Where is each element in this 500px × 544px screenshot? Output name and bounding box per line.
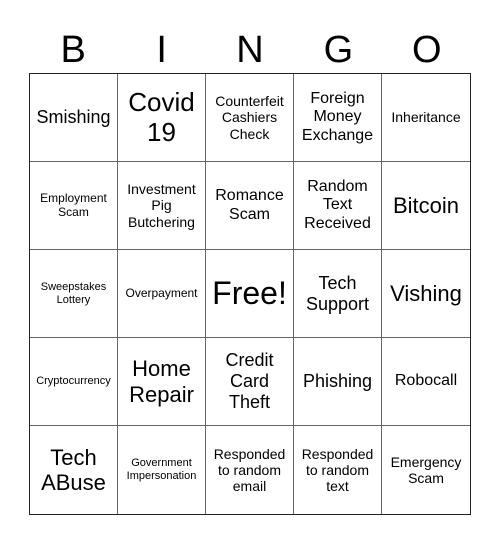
bingo-cell-o2[interactable]: Bitcoin	[382, 162, 470, 250]
bingo-cell-n1[interactable]: Counterfeit Cashiers Check	[206, 74, 294, 162]
free-space-cell[interactable]: Free!	[206, 250, 294, 338]
bingo-cell-g4[interactable]: Phishing	[294, 338, 382, 426]
cell-label: Tech ABuse	[41, 444, 106, 495]
bingo-cell-b3[interactable]: Sweepstakes Lottery	[30, 250, 118, 338]
header-letter-i: I	[156, 29, 167, 71]
cell-label: Robocall	[394, 372, 458, 390]
cell-label: Investment Pig Butchering	[127, 181, 196, 230]
bingo-cell-i4[interactable]: Home Repair	[118, 338, 206, 426]
bingo-cell-n5[interactable]: Responded to random email	[206, 426, 294, 514]
header-letter-o: O	[412, 29, 442, 71]
bingo-cell-i2[interactable]: Investment Pig Butchering	[118, 162, 206, 250]
bingo-cell-g3[interactable]: Tech Support	[294, 250, 382, 338]
cell-label: Government Impersonation	[126, 457, 197, 482]
free-space-label: Free!	[212, 275, 287, 312]
cell-label: Phishing	[302, 371, 373, 392]
cell-label: Sweepstakes Lottery	[40, 280, 107, 306]
cell-label: Inheritance	[391, 109, 461, 126]
bingo-cell-o5[interactable]: Emergency Scam	[382, 426, 470, 514]
cell-label: Responded to random text	[301, 445, 374, 495]
bingo-cell-b2[interactable]: Employment Scam	[30, 162, 118, 250]
bingo-cell-b1[interactable]: Smishing	[30, 74, 118, 162]
bingo-cell-o4[interactable]: Robocall	[382, 338, 470, 426]
cell-label: Romance Scam	[215, 187, 284, 223]
cell-label: Counterfeit Cashiers Check	[215, 93, 284, 142]
bingo-cell-g5[interactable]: Responded to random text	[294, 426, 382, 514]
cell-label: Tech Support	[305, 272, 370, 314]
header-letter-n: N	[236, 29, 264, 71]
bingo-cell-b4[interactable]: Cryptocurrency	[30, 338, 118, 426]
bingo-cell-i5[interactable]: Government Impersonation	[118, 426, 206, 514]
bingo-board: Smishing Covid 19 Counterfeit Cashiers C…	[29, 73, 471, 515]
bingo-cell-n2[interactable]: Romance Scam	[206, 162, 294, 250]
cell-label: Emergency Scam	[390, 453, 462, 486]
bingo-cell-g2[interactable]: Random Text Received	[294, 162, 382, 250]
cell-label: Home Repair	[129, 356, 194, 407]
cell-label: Cryptocurrency	[36, 375, 111, 388]
bingo-cell-o1[interactable]: Inheritance	[382, 74, 470, 162]
cell-label: Smishing	[36, 107, 111, 128]
cell-label: Credit Card Theft	[225, 350, 274, 412]
cell-label: Responded to random email	[213, 445, 286, 495]
bingo-cell-o3[interactable]: Vishing	[382, 250, 470, 338]
bingo-cell-b5[interactable]: Tech ABuse	[30, 426, 118, 514]
bingo-cell-n4[interactable]: Credit Card Theft	[206, 338, 294, 426]
cell-label: Foreign Money Exchange	[301, 89, 374, 144]
header-letter-g: G	[323, 29, 354, 71]
bingo-cell-i1[interactable]: Covid 19	[118, 74, 206, 162]
cell-label: Employment Scam	[40, 190, 107, 219]
bingo-header: B I N G O	[29, 28, 471, 72]
cell-label: Overpayment	[125, 285, 198, 300]
cell-label: Random Text Received	[304, 177, 371, 232]
header-letter-b: B	[60, 29, 86, 71]
cell-label: Vishing	[390, 280, 462, 306]
bingo-cell-i3[interactable]: Overpayment	[118, 250, 206, 338]
cell-label: Bitcoin	[392, 192, 460, 218]
cell-label: Covid 19	[128, 86, 195, 147]
bingo-cell-g1[interactable]: Foreign Money Exchange	[294, 74, 382, 162]
